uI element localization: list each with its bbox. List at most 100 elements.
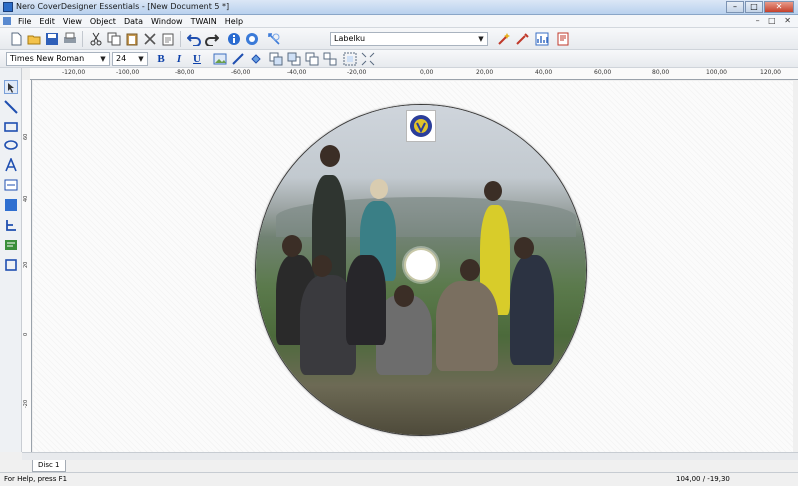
open-icon[interactable]: [26, 31, 42, 47]
clipboard-icon[interactable]: [160, 31, 176, 47]
print-icon[interactable]: [62, 31, 78, 47]
photo-person-head: [484, 181, 502, 201]
ungroup-icon[interactable]: [322, 51, 338, 67]
font-size-value: 24: [116, 54, 127, 63]
ruler-tick: -100,00: [116, 69, 140, 76]
ruler-tick: 40: [23, 195, 29, 202]
menu-edit[interactable]: Edit: [35, 16, 59, 27]
print-preview-icon[interactable]: [556, 31, 572, 47]
frame-tool-icon[interactable]: [4, 258, 18, 272]
chart-icon[interactable]: [534, 31, 550, 47]
label-combo-value: Labelku: [334, 34, 366, 43]
undo-icon[interactable]: [186, 31, 202, 47]
photo-person-head: [394, 285, 414, 307]
ruler-tick: -60,00: [231, 69, 251, 76]
app-icon: [3, 2, 13, 12]
photo-person-head: [312, 255, 332, 277]
document-icon[interactable]: [3, 17, 11, 25]
align-icon[interactable]: [342, 51, 358, 67]
ruler-tick: 100,00: [706, 69, 727, 76]
ruler-tick: -20: [23, 399, 29, 408]
photo-person-head: [320, 145, 340, 167]
label-combo[interactable]: Labelku ▼: [330, 32, 488, 46]
photo-person-head: [370, 179, 388, 199]
resize-icon[interactable]: [360, 51, 376, 67]
photo-person-head: [514, 237, 534, 259]
copy-icon[interactable]: [106, 31, 122, 47]
ruler-tick: 20,00: [476, 69, 494, 76]
font-combo-value: Times New Roman: [10, 54, 85, 63]
photo-person: [346, 255, 386, 345]
font-combo[interactable]: Times New Roman ▼: [6, 52, 110, 66]
status-bar: For Help, press F1 104,00 / -19,30: [0, 472, 798, 486]
menu-object[interactable]: Object: [86, 16, 120, 27]
menu-twain[interactable]: TWAIN: [187, 16, 221, 27]
textbox-tool-icon[interactable]: [4, 178, 18, 192]
ruler-tick: 20: [23, 261, 29, 268]
menu-file[interactable]: File: [14, 16, 35, 27]
image-icon[interactable]: [212, 51, 228, 67]
ruler-tick: -80,00: [175, 69, 195, 76]
font-size-combo[interactable]: 24 ▼: [112, 52, 148, 66]
redo-icon[interactable]: [204, 31, 220, 47]
emblem-logo[interactable]: [406, 110, 436, 142]
disc-label[interactable]: [255, 104, 587, 436]
rectangle-tool-icon[interactable]: [4, 120, 18, 134]
ruler-tick: 60: [23, 133, 29, 140]
mdi-controls[interactable]: – □ ✕: [756, 16, 794, 25]
ruler-tick: -40,00: [287, 69, 307, 76]
horizontal-scrollbar[interactable]: [22, 452, 798, 460]
image-tool-icon[interactable]: [4, 198, 18, 212]
menu-bar: File Edit View Object Data Window TWAIN …: [0, 15, 798, 28]
tab-disc-1[interactable]: Disc 1: [32, 460, 66, 472]
disc-center-hole: [404, 248, 438, 282]
save-icon[interactable]: [44, 31, 60, 47]
status-coordinates: 104,00 / -19,30: [676, 475, 730, 483]
menu-view[interactable]: View: [59, 16, 86, 27]
wizard-icon[interactable]: [514, 31, 530, 47]
photo-person: [436, 281, 498, 371]
fill-icon[interactable]: [248, 51, 264, 67]
ruler-tick: 120,00: [760, 69, 781, 76]
info-icon[interactable]: [226, 31, 242, 47]
bring-front-icon[interactable]: [268, 51, 284, 67]
magic-wand-icon[interactable]: [496, 31, 512, 47]
menu-window[interactable]: Window: [147, 16, 187, 27]
paste-icon[interactable]: [124, 31, 140, 47]
minimize-button[interactable]: –: [726, 1, 744, 13]
group-icon[interactable]: [304, 51, 320, 67]
photo-person: [510, 255, 554, 365]
select-tool-icon[interactable]: [4, 80, 18, 94]
cut-icon[interactable]: [88, 31, 104, 47]
send-back-icon[interactable]: [286, 51, 302, 67]
format-toolbar: Times New Roman ▼ 24 ▼: [0, 50, 798, 68]
pen-icon[interactable]: [230, 51, 246, 67]
ellipse-tool-icon[interactable]: [4, 138, 18, 152]
menu-data[interactable]: Data: [120, 16, 147, 27]
main-toolbar: Labelku ▼: [0, 28, 798, 50]
line-tool-icon[interactable]: [4, 100, 18, 114]
photo-person-head: [460, 259, 480, 281]
delete-icon[interactable]: [142, 31, 158, 47]
curve-text-tool-icon[interactable]: [4, 218, 18, 232]
new-icon[interactable]: [8, 31, 24, 47]
window-title: Nero CoverDesigner Essentials - [New Doc…: [16, 2, 230, 11]
tools-panel: [0, 68, 22, 452]
help-icon[interactable]: [244, 31, 260, 47]
underline-button[interactable]: U: [190, 52, 204, 66]
text-tool-icon[interactable]: [4, 158, 18, 172]
chevron-down-icon: ▼: [478, 35, 484, 43]
menu-help[interactable]: Help: [221, 16, 247, 27]
ruler-tick: 80,00: [652, 69, 670, 76]
close-button[interactable]: ✕: [764, 1, 794, 13]
status-help-text: For Help, press F1: [4, 475, 68, 483]
ruler-tick: -20,00: [347, 69, 367, 76]
properties-icon[interactable]: [266, 31, 282, 47]
title-bar: Nero CoverDesigner Essentials - [New Doc…: [0, 0, 798, 15]
italic-button[interactable]: I: [172, 52, 186, 66]
vertical-ruler: 60 40 20 0 -20: [22, 80, 32, 452]
maximize-button[interactable]: □: [745, 1, 763, 13]
field-tool-icon[interactable]: [4, 238, 18, 252]
bold-button[interactable]: B: [154, 52, 168, 66]
ruler-tick: 60,00: [594, 69, 612, 76]
